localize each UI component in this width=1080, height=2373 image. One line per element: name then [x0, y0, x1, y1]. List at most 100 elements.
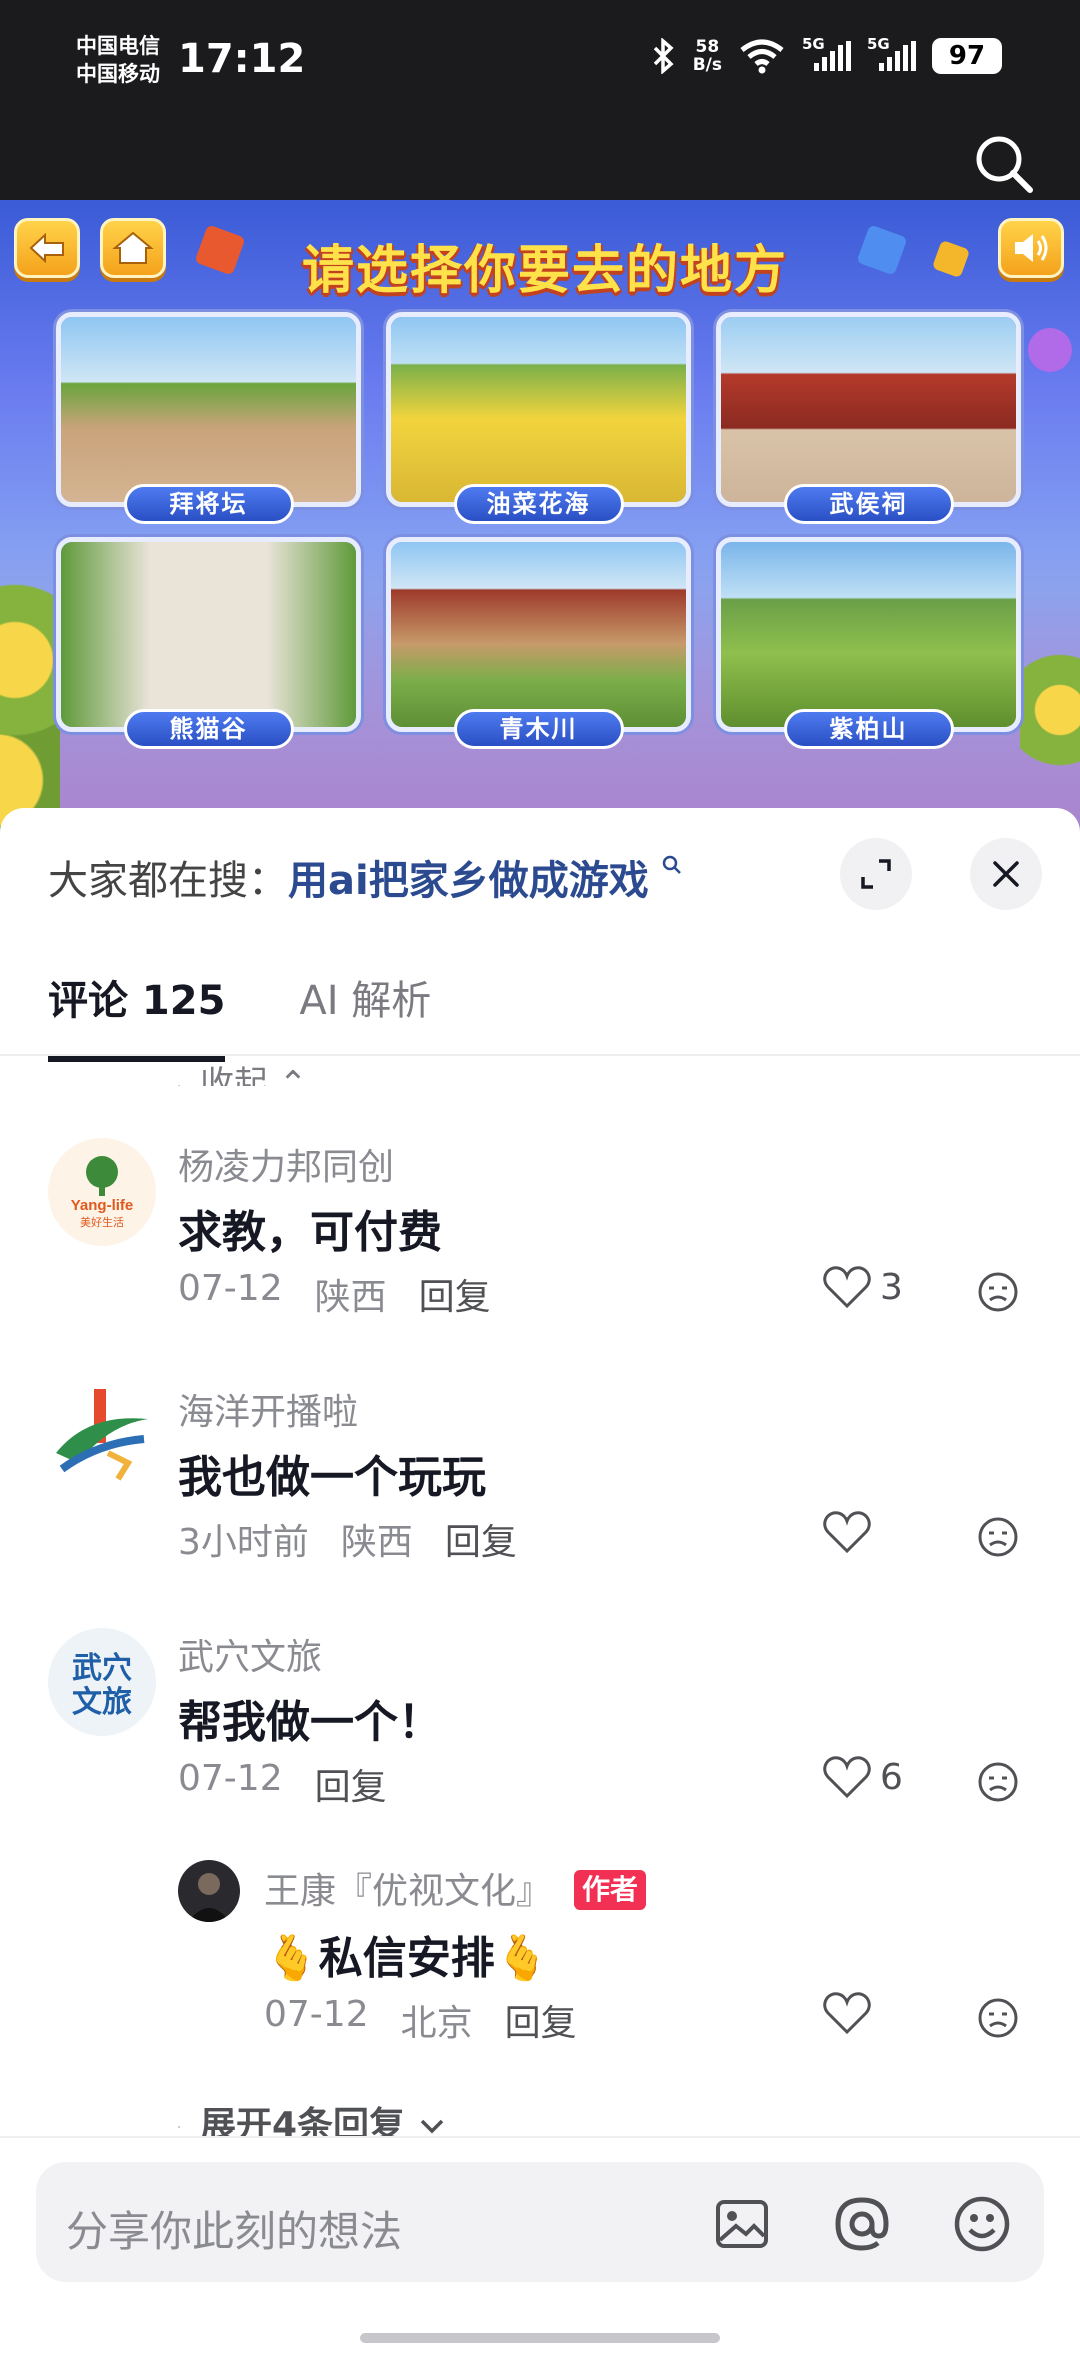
status-bar: 中国电信 中国移动 17:12 58 B/s 5G 5G 97: [0, 0, 1080, 200]
chevron-down-icon: [420, 2119, 443, 2134]
banner-title: 请选择你要去的地方: [301, 241, 788, 301]
place-card: 拜将坛: [56, 312, 361, 524]
heart-icon: [823, 1266, 871, 1309]
comment-meta: 07-12 陕西 回复: [178, 1268, 491, 1320]
heart-icon: [823, 1992, 871, 2035]
svg-text:美好生活: 美好生活: [80, 1215, 124, 1229]
bluetooth-icon: [653, 38, 674, 74]
place-label: 紫柏山: [783, 709, 954, 749]
author-badge: 作者: [574, 1870, 647, 1910]
expand-replies[interactable]: 展开4条回复: [178, 2096, 446, 2136]
status-icons: 58 B/s 5G 5G 97: [651, 35, 1002, 75]
place-label: 拜将坛: [123, 484, 294, 524]
video-banner[interactable]: 请选择你要去的地方 拜将坛 油菜花海 武侯祠 熊猫谷 青木川 紫柏山: [0, 200, 1080, 840]
cube-decoration: [194, 224, 246, 276]
carrier-1: 中国电信: [76, 34, 160, 58]
reply-text: 🫰私信安排🫰: [264, 1933, 550, 1984]
expand-button[interactable]: [840, 838, 912, 910]
avatar[interactable]: [178, 1860, 240, 1922]
carrier-2: 中国移动: [76, 62, 160, 86]
reply-meta: 07-12 北京 回复: [264, 1994, 577, 2046]
like-count: 3: [880, 1266, 903, 1308]
place-grid: 拜将坛 油菜花海 武侯祠 熊猫谷 青木川 紫柏山: [56, 312, 1021, 749]
network-speed: 58 B/s: [692, 37, 722, 75]
place-card: 熊猫谷: [56, 537, 361, 749]
comment-meta: 07-12 回复: [178, 1758, 387, 1810]
heart-icon: [823, 1756, 871, 1799]
comment-input-placeholder: 分享你此刻的想法: [66, 2207, 403, 2256]
person-icon: [188, 1873, 230, 1922]
place-card: 武侯祠: [716, 312, 1021, 524]
avatar[interactable]: 武穴 文旅: [48, 1628, 156, 1736]
back-arrow-icon: [14, 218, 80, 278]
place-card: 油菜花海: [386, 312, 691, 524]
place-card: 青木川: [386, 537, 691, 749]
dislike-face-icon[interactable]: [976, 1270, 1020, 1314]
place-card: 紫柏山: [716, 537, 1021, 749]
cube-decoration: [856, 224, 908, 276]
comment-input[interactable]: 分享你此刻的想法: [36, 2162, 1044, 2282]
divider: [0, 1054, 1080, 1056]
place-label: 青木川: [453, 709, 624, 749]
trending-search-prefix: 大家都在搜：: [48, 858, 288, 904]
reply-button[interactable]: 回复: [505, 1994, 577, 2046]
swirl-logo-icon: [56, 1389, 148, 1481]
reply-button[interactable]: 回复: [445, 1513, 517, 1565]
clock: 17:12: [178, 36, 306, 82]
dislike-face-icon[interactable]: [976, 1996, 1020, 2040]
like-button[interactable]: [822, 1509, 880, 1555]
tree-logo-icon: Yang-life 美好生活: [71, 1156, 134, 1229]
image-icon[interactable]: [712, 2194, 772, 2254]
reply-username[interactable]: 王康『优视文化』 作者: [264, 1862, 647, 1914]
close-icon: [993, 861, 1019, 887]
wifi-icon: [740, 39, 784, 74]
cube-decoration: [931, 239, 971, 279]
comment-username[interactable]: 武穴文旅: [178, 1628, 322, 1680]
avatar[interactable]: Yang-life 美好生活: [48, 1138, 156, 1246]
expand-icon: [861, 859, 891, 889]
like-button[interactable]: 6: [822, 1754, 903, 1800]
dislike-face-icon[interactable]: [976, 1515, 1020, 1559]
comment-text: 求教，可付费: [178, 1207, 442, 1258]
home-indicator[interactable]: [360, 2333, 720, 2343]
search-icon[interactable]: [972, 132, 1036, 196]
reply-button[interactable]: 回复: [419, 1268, 491, 1320]
place-label: 油菜花海: [453, 484, 624, 524]
battery-indicator: 97: [932, 38, 1002, 74]
comment-username[interactable]: 海洋开播啦: [178, 1383, 358, 1435]
avatar[interactable]: [48, 1383, 156, 1491]
svg-text:武穴: 武穴: [72, 1651, 132, 1686]
close-button[interactable]: [970, 838, 1042, 910]
trending-search-query[interactable]: 用ai把家乡做成游戏: [288, 858, 649, 904]
like-button[interactable]: [822, 1990, 880, 2036]
heart-icon: [823, 1511, 871, 1554]
collapse-replies[interactable]: 收起 ⌃: [178, 1056, 307, 1086]
ball-decoration: [1021, 321, 1079, 379]
svg-text:Yang-life: Yang-life: [71, 1197, 134, 1214]
finger-heart-icon: 🫰: [494, 1933, 550, 1984]
reply-button[interactable]: 回复: [315, 1758, 387, 1810]
search-icon: [663, 855, 682, 874]
svg-text:文旅: 文旅: [72, 1685, 132, 1720]
comment-username[interactable]: 杨凌力邦同创: [178, 1138, 394, 1190]
signal-1-icon: 5G: [802, 35, 851, 71]
carrier-labels: 中国电信 中国移动: [76, 32, 160, 88]
wuxue-logo-icon: 武穴 文旅: [72, 1651, 132, 1720]
comment-text: 我也做一个玩玩: [178, 1452, 486, 1503]
tab-ai-analysis[interactable]: AI 解析: [299, 968, 431, 1062]
comment-meta: 3小时前 陕西 回复: [178, 1513, 517, 1565]
trending-search[interactable]: 大家都在搜：用ai把家乡做成游戏: [48, 848, 683, 906]
tab-comments[interactable]: 评论 125: [48, 968, 226, 1062]
signal-2-icon: 5G: [867, 35, 916, 71]
home-icon: [100, 218, 166, 278]
place-label: 武侯祠: [783, 484, 954, 524]
emoji-icon[interactable]: [952, 2194, 1012, 2254]
comment-tabs: 评论 125 AI 解析: [48, 968, 431, 1062]
comment-text: 帮我做一个！: [178, 1697, 442, 1748]
place-label: 熊猫谷: [123, 709, 294, 749]
finger-heart-icon: 🫰: [264, 1933, 319, 1984]
sound-icon: [998, 218, 1064, 278]
mention-icon[interactable]: [832, 2194, 892, 2254]
dislike-face-icon[interactable]: [976, 1760, 1020, 1804]
like-button[interactable]: 3: [822, 1264, 903, 1310]
